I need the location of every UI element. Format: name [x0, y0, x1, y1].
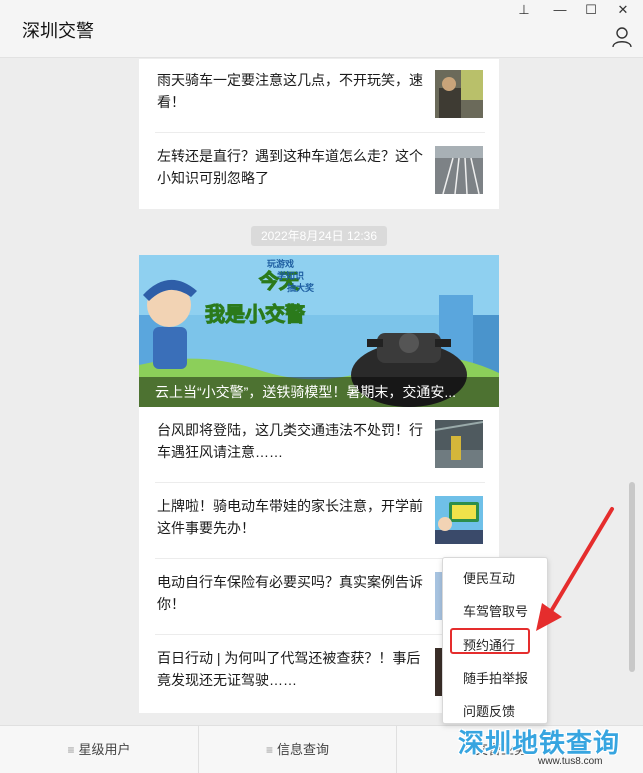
maximize-button[interactable]: ☐: [581, 2, 601, 18]
menu-tab-star-user[interactable]: ≡ 星级用户: [0, 726, 198, 773]
close-button[interactable]: ✕: [613, 2, 633, 18]
app-title: 深圳交警: [22, 21, 94, 41]
submenu-item-vehicle-license-ticket[interactable]: 车驾管取号: [463, 601, 528, 620]
article-title: 电动自行车保险有必要买吗？真实案例告诉你！: [157, 574, 423, 612]
article-title: 台风即将登陆，这几类交通违法不处罚！行车遇狂风请注意……: [157, 422, 423, 460]
cover-article[interactable]: 今天 我是小交警 玩游戏 学知识 抽大奖 云上当“小交警”，送铁骑模型！暑期末，…: [139, 255, 499, 407]
menu-tab-info-query[interactable]: ≡ 信息查询: [198, 726, 396, 773]
article-item[interactable]: 上牌啦！骑电动车带娃的家长注意，开学前这件事要先办！: [155, 483, 485, 559]
annotation-arrow-icon: [536, 507, 614, 631]
article-thumbnail: [435, 420, 483, 468]
title-bar: 深圳交警 ⊥ — ☐ ✕: [0, 0, 643, 58]
article-title: 雨天骑车一定要注意这几点，不开玩笑，速看！: [157, 72, 423, 110]
article-thumbnail: [435, 496, 483, 544]
cover-caption: 云上当“小交警”，送铁骑模型！暑期末，交通安...: [139, 377, 499, 407]
user-profile-icon[interactable]: [611, 26, 633, 48]
menu-tab-label: 信息查询: [277, 742, 330, 757]
article-item[interactable]: 电动自行车保险有必要买吗？真实案例告诉你！: [155, 559, 485, 635]
menu-tab-label: 星级用户: [78, 742, 131, 757]
article-item[interactable]: 雨天骑车一定要注意这几点，不开玩笑，速看！: [155, 59, 485, 133]
watermark: 深圳地铁查询 www.tus8.com: [458, 723, 640, 769]
article-title: 左转还是直行？遇到这种车道怎么走？这个小知识可别忽略了: [157, 148, 423, 186]
watermark-url: www.tus8.com: [538, 756, 603, 767]
article-item[interactable]: 左转还是直行？遇到这种车道怎么走？这个小知识可别忽略了: [155, 133, 485, 209]
article-item[interactable]: 百日行动 | 为何叫了代驾还被查获？！事后竟发现还无证驾驶……: [155, 635, 485, 711]
minimize-button[interactable]: —: [550, 2, 570, 17]
highlight-box: [450, 628, 530, 654]
menu-lines-icon: ≡: [67, 743, 75, 757]
article-title: 上牌啦！骑电动车带娃的家长注意，开学前这件事要先办！: [157, 498, 423, 536]
article-thumbnail: [435, 70, 483, 118]
cover-headline-2: 我是小交警: [205, 302, 305, 326]
pin-icon[interactable]: ⊥: [514, 2, 534, 18]
cover-tag-2: 学知识: [277, 270, 304, 281]
submenu-item-feedback[interactable]: 问题反馈: [463, 701, 515, 720]
article-card: 雨天骑车一定要注意这几点，不开玩笑，速看！ 左转还是直行？遇到这种车道怎么走？这…: [139, 59, 499, 209]
scrollbar-thumb[interactable]: [629, 482, 635, 672]
menu-lines-icon: ≡: [265, 743, 273, 757]
article-thumbnail: [435, 146, 483, 194]
submenu-item-convenience-interaction[interactable]: 便民互动: [463, 568, 515, 587]
message-timestamp: 2022年8月24日 12:36: [251, 226, 387, 246]
watermark-logo-text: 深圳地铁查询: [458, 728, 621, 758]
article-item[interactable]: 台风即将登陆，这几类交通违法不处罚！行车遇狂风请注意……: [155, 407, 485, 483]
cover-tag-3: 抽大奖: [287, 282, 315, 293]
submenu-item-snapshot-report[interactable]: 随手拍举报: [463, 668, 528, 687]
article-title: 百日行动 | 为何叫了代驾还被查获？！事后竟发现还无证驾驶……: [157, 650, 421, 688]
cover-tag-1: 玩游戏: [267, 258, 294, 269]
